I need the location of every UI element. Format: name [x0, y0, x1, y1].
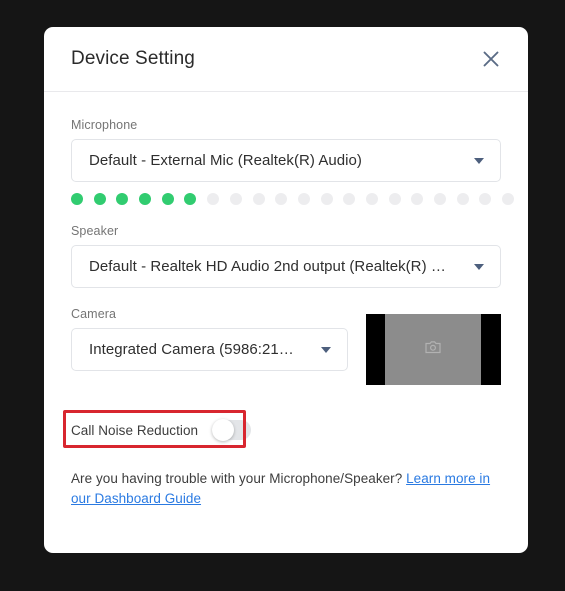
microphone-label: Microphone: [71, 118, 138, 132]
mic-level-dot: [252, 193, 265, 205]
mic-level-dot: [275, 193, 288, 205]
mic-level-dot: [116, 193, 129, 205]
camera-section: Camera Integrated Camera (5986:21…: [71, 307, 501, 385]
speaker-select[interactable]: Default - Realtek HD Audio 2nd output (R…: [71, 245, 501, 288]
chevron-down-icon: [321, 346, 331, 353]
dialog-body: Microphone Default - External Mic (Realt…: [44, 92, 528, 509]
mic-level-dot: [343, 193, 356, 205]
microphone-section: Microphone Default - External Mic (Realt…: [71, 118, 515, 205]
microphone-level-meter: [71, 193, 515, 205]
mic-level-dot: [456, 193, 469, 205]
close-icon[interactable]: [478, 46, 504, 72]
speaker-section: Speaker Default - Realtek HD Audio 2nd o…: [71, 224, 501, 288]
chevron-down-icon: [474, 263, 484, 270]
mic-level-dot: [297, 193, 310, 205]
help-text: Are you having trouble with your Microph…: [71, 469, 501, 509]
mic-level-dot: [502, 193, 515, 205]
mic-level-dot: [229, 193, 242, 205]
mic-level-dot: [411, 193, 424, 205]
noise-reduction-toggle[interactable]: [212, 419, 252, 441]
mic-level-dot: [184, 193, 197, 205]
mic-level-dot: [71, 193, 83, 205]
dialog-title: Device Setting: [71, 48, 195, 69]
noise-reduction-label: Call Noise Reduction: [71, 422, 199, 438]
noise-reduction-row: Call Noise Reduction: [71, 414, 252, 446]
speaker-label: Speaker: [71, 224, 119, 238]
camera-preview: [366, 314, 501, 385]
mic-level-dot: [93, 193, 106, 205]
mic-level-dot: [139, 193, 152, 205]
noise-reduction-section: Call Noise Reduction: [63, 410, 501, 448]
chevron-down-icon: [474, 157, 484, 164]
camera-select[interactable]: Integrated Camera (5986:21…: [71, 328, 348, 371]
mic-level-dot: [388, 193, 401, 205]
help-text-prefix: Are you having trouble with your Microph…: [71, 471, 407, 486]
mic-level-dot: [207, 193, 220, 205]
mic-level-dot: [479, 193, 492, 205]
broken-image-icon: [425, 340, 441, 359]
mic-level-dot: [161, 193, 174, 205]
speaker-select-value: Default - Realtek HD Audio 2nd output (R…: [89, 258, 446, 275]
microphone-select[interactable]: Default - External Mic (Realtek(R) Audio…: [71, 139, 501, 182]
toggle-knob: [212, 419, 235, 441]
camera-select-value: Integrated Camera (5986:21…: [89, 341, 294, 358]
device-setting-dialog: Device Setting Microphone Default - Exte…: [44, 27, 528, 553]
microphone-select-value: Default - External Mic (Realtek(R) Audio…: [89, 152, 362, 169]
mic-level-dot: [434, 193, 446, 205]
camera-select-group: Camera Integrated Camera (5986:21…: [71, 307, 348, 371]
mic-level-dot: [365, 193, 378, 205]
camera-label: Camera: [71, 307, 117, 321]
mic-level-dot: [320, 193, 333, 205]
camera-preview-feed: [385, 314, 481, 385]
dialog-header: Device Setting: [44, 27, 528, 92]
